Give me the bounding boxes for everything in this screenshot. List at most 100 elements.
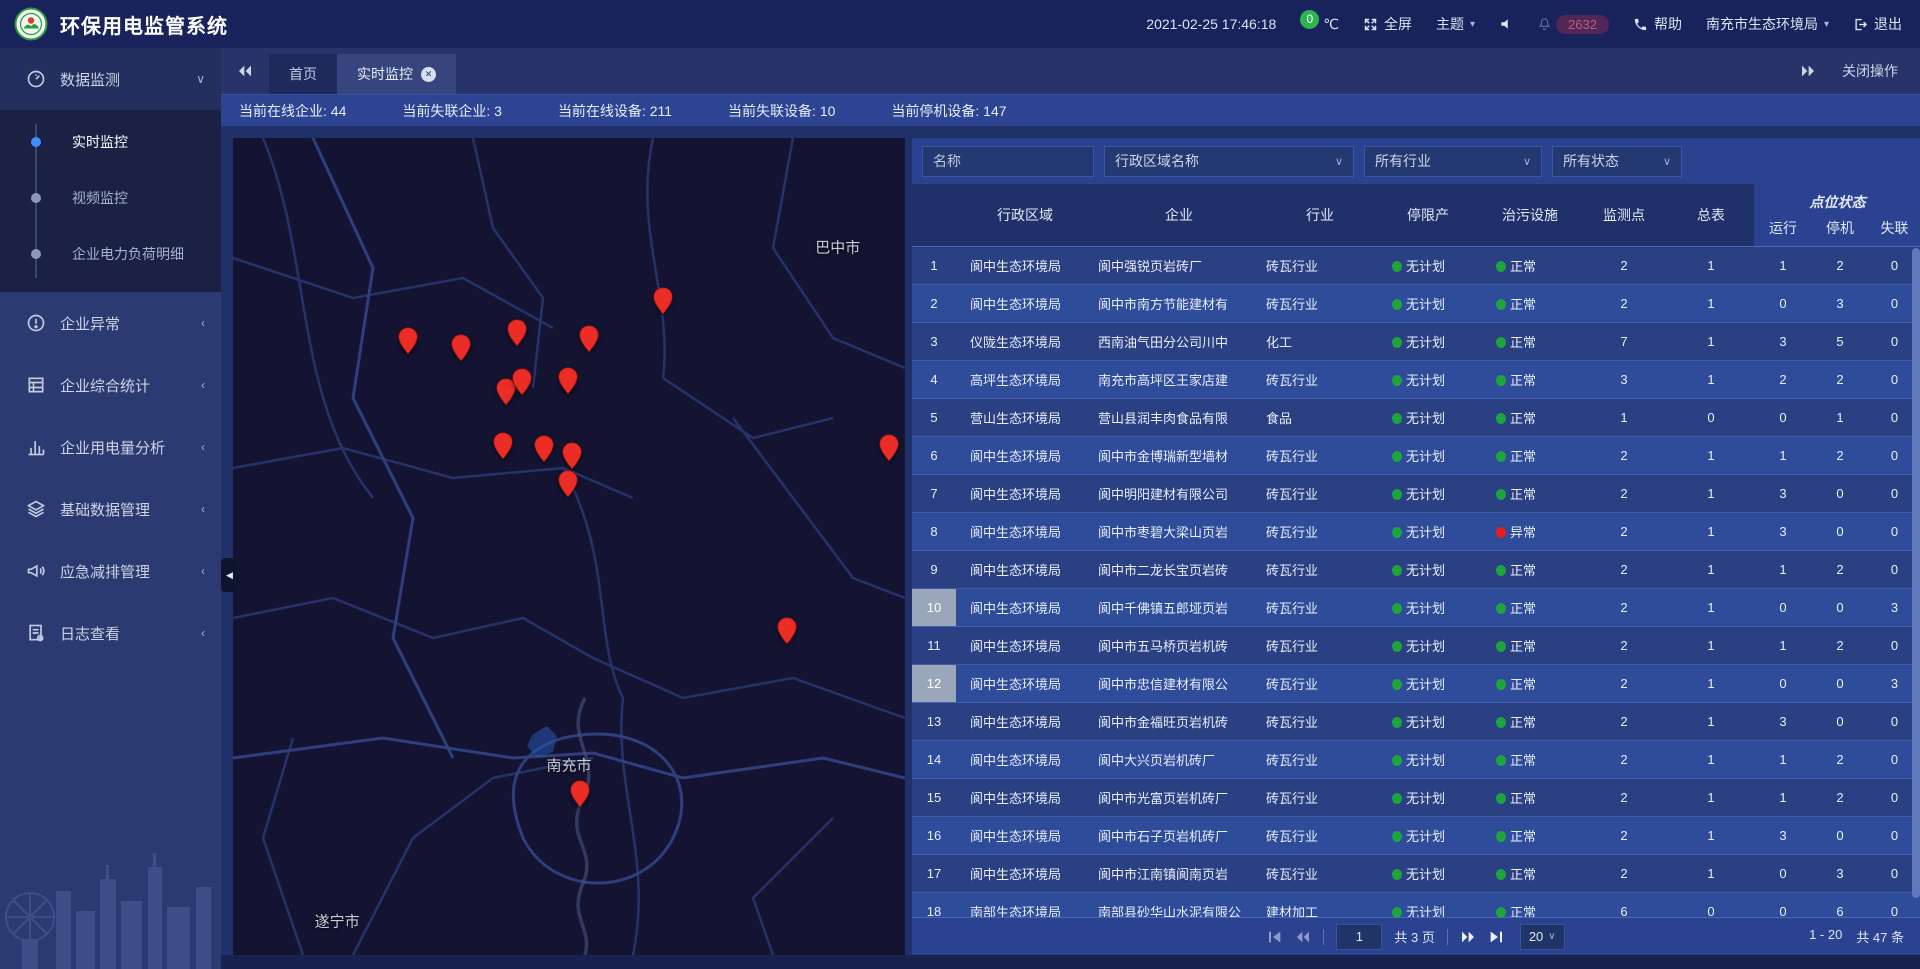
map-pin-icon[interactable]	[397, 327, 418, 355]
limit-label: 无计划	[1406, 715, 1445, 730]
table-row[interactable]: 16阆中生态环境局阆中市石子页岩机砖厂砖瓦行业无计划正常21300	[912, 817, 1920, 855]
status-select[interactable]: 所有状态 ∨	[1552, 146, 1682, 177]
table-row[interactable]: 7阆中生态环境局阆中明阳建材有限公司砖瓦行业无计划正常21300	[912, 475, 1920, 513]
cell-stopped: 2	[1812, 638, 1868, 653]
region-select[interactable]: 行政区域名称 ∨	[1104, 146, 1354, 177]
prev-page-button[interactable]	[1295, 930, 1311, 944]
city-label-南充市: 南充市	[546, 755, 591, 776]
name-filter-input[interactable]	[922, 146, 1094, 177]
table-row[interactable]: 17阆中生态环境局阆中市江南镇阆南页岩砖瓦行业无计划正常21030	[912, 855, 1920, 893]
map-pin-icon[interactable]	[776, 617, 797, 645]
top-header: 环保用电监管系统 2021-02-25 17:46:18 0 ℃ 全屏 主题 ▾…	[0, 0, 1920, 48]
sound-button[interactable]	[1499, 17, 1513, 31]
table-scrollbar-thumb[interactable]	[1912, 248, 1920, 898]
table-row[interactable]: 3仪陇生态环境局西南油气田分公司川中化工无计划正常71350	[912, 323, 1920, 361]
sidebar-item-企业异常[interactable]: 企业异常‹	[0, 292, 221, 354]
tabs-scroll-left-button[interactable]	[221, 48, 269, 94]
map-pin-icon[interactable]	[569, 780, 590, 808]
cell-region: 阆中生态环境局	[956, 256, 1094, 275]
next-page-button[interactable]	[1460, 930, 1476, 944]
help-button[interactable]: 帮助	[1633, 14, 1682, 34]
tab-realtime-monitoring[interactable]: 实时监控 ✕	[337, 54, 456, 94]
map-pin-icon[interactable]	[558, 470, 579, 498]
exit-button[interactable]: 退出	[1853, 14, 1902, 34]
table-row[interactable]: 6阆中生态环境局阆中市金博瑞新型墙材砖瓦行业无计划正常21120	[912, 437, 1920, 475]
table-row[interactable]: 12阆中生态环境局阆中市忠信建材有限公砖瓦行业无计划正常21003	[912, 665, 1920, 703]
map-pin-icon[interactable]	[579, 325, 600, 353]
stat-当前失联设备: 当前失联设备: 10	[728, 101, 835, 121]
chevron-left-icon: ‹	[201, 502, 205, 516]
sidebar-subitem-label: 企业电力负荷明细	[72, 244, 184, 264]
facility-label: 正常	[1510, 487, 1536, 502]
page-number-input[interactable]: 1	[1336, 924, 1382, 950]
user-dropdown[interactable]: 南充市生态环境局 ▾	[1706, 14, 1829, 34]
total-count-label: 共 47 条	[1856, 927, 1904, 946]
notifications[interactable]: 2632	[1537, 15, 1609, 34]
cell-industry: 砖瓦行业	[1264, 522, 1376, 541]
data-panel: 行政区域名称 ∨ 所有行业 ∨ 所有状态 ∨	[912, 138, 1920, 955]
sidebar-subitem-企业电力负荷明细[interactable]: 企业电力负荷明细	[0, 226, 221, 282]
map-pin-icon[interactable]	[506, 319, 527, 347]
close-tab-icon[interactable]: ✕	[421, 67, 436, 82]
table-row[interactable]: 10阆中生态环境局阆中千佛镇五郎垭页岩砖瓦行业无计划正常21003	[912, 589, 1920, 627]
cell-total-meter: 1	[1668, 638, 1754, 653]
map-pin-icon[interactable]	[534, 435, 555, 463]
sidebar-subitem-视频监控[interactable]: 视频监控	[0, 170, 221, 226]
sidebar-item-企业综合统计[interactable]: 企业综合统计‹	[0, 354, 221, 416]
chevron-left-icon: ‹	[201, 378, 205, 392]
table-row[interactable]: 15阆中生态环境局阆中市光富页岩机砖厂砖瓦行业无计划正常21120	[912, 779, 1920, 817]
map-panel[interactable]: 巴中市南充市遂宁市	[233, 138, 905, 955]
cell-stopped: 2	[1812, 562, 1868, 577]
table-row[interactable]: 1阆中生态环境局阆中强锐页岩砖厂砖瓦行业无计划正常21120	[912, 247, 1920, 285]
table-row[interactable]: 13阆中生态环境局阆中市金福旺页岩机砖砖瓦行业无计划正常21300	[912, 703, 1920, 741]
column-header-offline: 失联	[1868, 214, 1920, 246]
sidebar-item-数据监测[interactable]: 数据监测∨	[0, 48, 221, 110]
map-pin-icon[interactable]	[558, 367, 579, 395]
table-row[interactable]: 14阆中生态环境局阆中大兴页岩机砖厂砖瓦行业无计划正常21120	[912, 741, 1920, 779]
table-row[interactable]: 5营山生态环境局营山县润丰肉食品有限食品无计划正常10010	[912, 399, 1920, 437]
sidebar-item-企业用电量分析[interactable]: 企业用电量分析‹	[0, 416, 221, 478]
close-operations-button[interactable]: 关闭操作	[1842, 61, 1898, 81]
industry-select[interactable]: 所有行业 ∨	[1364, 146, 1542, 177]
first-page-button[interactable]	[1267, 930, 1283, 944]
sidebar-subitem-实时监控[interactable]: 实时监控	[0, 114, 221, 170]
status-dot-icon	[1392, 717, 1402, 728]
status-dot-icon	[1392, 413, 1402, 424]
limit-label: 无计划	[1406, 259, 1445, 274]
cell-industry: 化工	[1264, 332, 1376, 351]
map-pin-icon[interactable]	[493, 432, 514, 460]
cell-running: 0	[1754, 296, 1812, 311]
cell-index: 14	[912, 741, 956, 778]
table-row[interactable]: 9阆中生态环境局阆中市二龙长宝页岩砖砖瓦行业无计划正常21120	[912, 551, 1920, 589]
cell-monitor-points: 2	[1580, 676, 1668, 691]
fullscreen-button[interactable]: 全屏	[1363, 14, 1412, 34]
sidebar-item-应急减排管理[interactable]: 应急减排管理‹	[0, 540, 221, 602]
table-row[interactable]: 8阆中生态环境局阆中市枣碧大梁山页岩砖瓦行业无计划异常21300	[912, 513, 1920, 551]
theme-dropdown[interactable]: 主题 ▾	[1436, 14, 1475, 34]
tabs-scroll-right-button[interactable]	[1800, 64, 1816, 78]
map-pin-icon[interactable]	[562, 442, 583, 470]
map-pin-icon[interactable]	[878, 434, 899, 462]
cell-company: 阆中市二龙长宝页岩砖	[1094, 560, 1264, 579]
cell-company: 阆中市五马桥页岩机砖	[1094, 636, 1264, 655]
page-size-select[interactable]: 20 ∨	[1520, 924, 1565, 950]
limit-label: 无计划	[1406, 867, 1445, 882]
sidebar-item-基础数据管理[interactable]: 基础数据管理‹	[0, 478, 221, 540]
map-pin-icon[interactable]	[511, 368, 532, 396]
map-pin-icon[interactable]	[653, 287, 674, 315]
map-pin-icon[interactable]	[451, 334, 472, 362]
chevron-down-icon: ∨	[1523, 155, 1531, 168]
cell-pollution-facility: 正常	[1480, 636, 1580, 655]
cell-industry: 砖瓦行业	[1264, 788, 1376, 807]
collapse-map-button[interactable]: ◀	[221, 558, 238, 592]
column-header-stopped: 停机	[1812, 214, 1868, 246]
last-page-button[interactable]	[1488, 930, 1504, 944]
table-row[interactable]: 11阆中生态环境局阆中市五马桥页岩机砖砖瓦行业无计划正常21120	[912, 627, 1920, 665]
cell-company: 阆中市枣碧大梁山页岩	[1094, 522, 1264, 541]
table-row[interactable]: 18南部生态环境局南部县砂华山水泥有限公建材加工无计划正常60060	[912, 893, 1920, 917]
tab-home[interactable]: 首页	[269, 54, 337, 94]
sidebar-item-日志查看[interactable]: 日志查看‹	[0, 602, 221, 664]
table-row[interactable]: 4高坪生态环境局南充市高坪区王家店建砖瓦行业无计划正常31220	[912, 361, 1920, 399]
table-row[interactable]: 2阆中生态环境局阆中市南方节能建材有砖瓦行业无计划正常21030	[912, 285, 1920, 323]
chevron-left-icon: ‹	[201, 626, 205, 640]
